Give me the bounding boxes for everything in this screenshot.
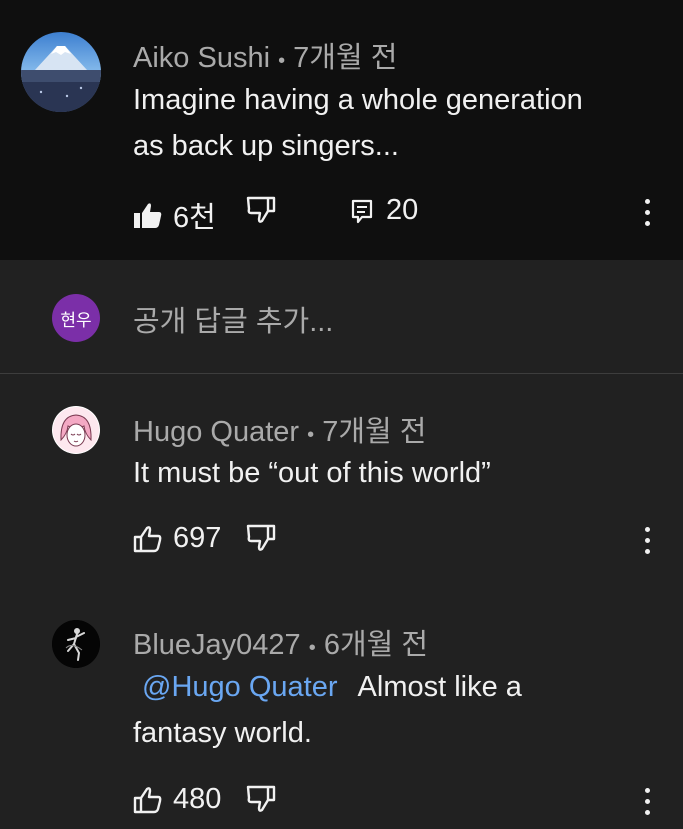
avatar[interactable]	[52, 406, 100, 454]
like-count: 480	[173, 783, 222, 815]
more-options-icon[interactable]	[635, 192, 659, 232]
replies-button[interactable]: 20	[350, 194, 418, 227]
thumbs-down-icon	[246, 196, 276, 223]
reply-count: 20	[386, 194, 419, 226]
comment-text: It must be “out of this world”	[133, 457, 491, 489]
thumbs-up-icon	[133, 786, 162, 813]
dislike-button[interactable]	[246, 196, 276, 224]
dancer-avatar-image	[52, 620, 100, 668]
reply-input[interactable]: 공개 답글 추가...	[133, 298, 333, 340]
comment-text-line: @Hugo Quater Almost like a	[133, 664, 522, 710]
comment-meta: BlueJay0427 • 6개월 전	[133, 621, 428, 663]
comment-age: 7개월 전	[293, 42, 398, 74]
top-comment: Aiko Sushi • 7개월 전 Imagine having a whol…	[0, 0, 683, 260]
current-user-avatar: 현우	[52, 294, 100, 342]
separator: •	[278, 50, 286, 72]
mention-link[interactable]: @Hugo Quater	[142, 671, 337, 703]
comment-text-line: as back up singers...	[133, 130, 399, 162]
avatar[interactable]	[21, 32, 101, 112]
thumbs-down-icon	[246, 524, 276, 551]
reply-box: 현우 공개 답글 추가...	[0, 260, 683, 374]
comment-meta: Aiko Sushi • 7개월 전	[133, 34, 397, 76]
reply-comment-icon	[351, 199, 373, 223]
comment-text: @Hugo Quater Almost like a fantasy world…	[133, 664, 522, 756]
dislike-button[interactable]	[246, 785, 276, 813]
like-button[interactable]: 697	[133, 522, 221, 555]
comment-text-line: fantasy world.	[133, 717, 312, 749]
comment-age: 7개월 전	[322, 416, 427, 448]
comment-meta: Hugo Quater • 7개월 전	[133, 408, 426, 450]
dislike-button[interactable]	[246, 524, 276, 552]
mountain-avatar-image	[21, 32, 101, 112]
author-name[interactable]: Aiko Sushi	[133, 42, 270, 74]
like-count: 6천	[173, 202, 216, 234]
avatar[interactable]	[52, 620, 100, 668]
comment-text-segment: Almost like a	[357, 671, 522, 703]
more-options-icon[interactable]	[635, 520, 659, 560]
comment-age: 6개월 전	[323, 629, 429, 661]
separator: •	[307, 424, 315, 446]
cartoon-girl-avatar-image	[53, 407, 99, 453]
thumbs-down-icon	[246, 785, 276, 812]
separator: •	[308, 637, 316, 659]
more-options-icon[interactable]	[635, 781, 659, 821]
like-count: 697	[173, 522, 222, 554]
author-name[interactable]: Hugo Quater	[133, 416, 299, 448]
like-button[interactable]: 480	[133, 783, 221, 816]
author-name[interactable]: BlueJay0427	[133, 629, 301, 661]
like-button[interactable]: 6천	[133, 194, 216, 236]
thumbs-up-filled-icon	[134, 203, 162, 228]
thumbs-up-icon	[133, 525, 162, 552]
comment-text: Imagine having a whole generation as bac…	[133, 77, 583, 169]
comment-text-line: Imagine having a whole generation	[133, 84, 583, 116]
